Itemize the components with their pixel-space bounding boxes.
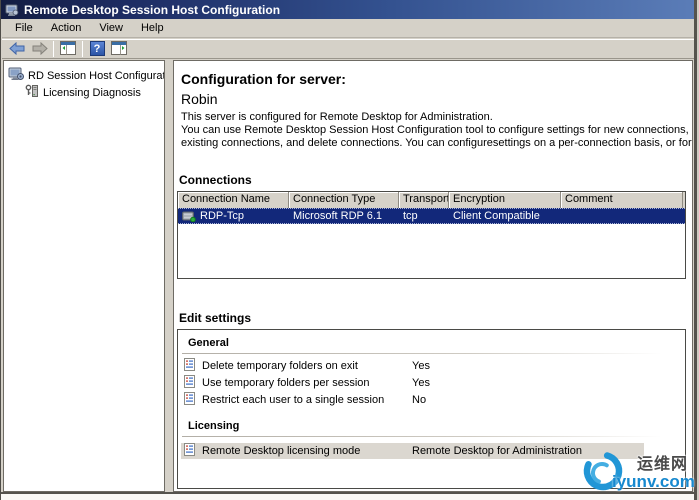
sidebar-item-label: Licensing Diagnosis bbox=[43, 87, 141, 99]
menu-action[interactable]: Action bbox=[42, 20, 91, 36]
setting-label: Restrict each user to a single session bbox=[202, 394, 412, 406]
setting-value: Remote Desktop for Administration bbox=[412, 445, 582, 457]
sidebar-item-rdsh-configuration[interactable]: RD Session Host Configuration: bbox=[4, 67, 164, 84]
setting-row-delete-temp-folders[interactable]: Delete temporary folders on exit Yes bbox=[181, 358, 644, 374]
setting-label: Use temporary folders per session bbox=[202, 377, 412, 389]
cell-connection-type: Microsoft RDP 6.1 bbox=[289, 210, 399, 222]
setting-label: Remote Desktop licensing mode bbox=[202, 445, 412, 457]
page-title: Configuration for server: bbox=[181, 71, 346, 87]
setting-icon bbox=[184, 375, 195, 391]
details-pane: Configuration for server: Robin This ser… bbox=[173, 60, 693, 492]
setting-label: Delete temporary folders on exit bbox=[202, 360, 412, 372]
connections-table-header: Connection Name Connection Type Transpor… bbox=[178, 192, 685, 208]
forward-icon[interactable] bbox=[28, 40, 50, 58]
setting-value: Yes bbox=[412, 377, 430, 389]
column-header-comment[interactable]: Comment bbox=[561, 192, 683, 208]
setting-row-restrict-single-session[interactable]: Restrict each user to a single session N… bbox=[181, 392, 644, 408]
menu-file[interactable]: File bbox=[6, 20, 42, 36]
watermark: 运维网 iyunv.com bbox=[579, 444, 699, 498]
setting-icon bbox=[184, 358, 195, 374]
cell-connection-name: RDP-Tcp bbox=[178, 210, 289, 222]
help-glyph: ? bbox=[90, 41, 105, 56]
toolbar-separator bbox=[53, 41, 54, 57]
window-right-border bbox=[694, 0, 699, 500]
connections-table: Connection Name Connection Type Transpor… bbox=[177, 191, 686, 279]
group-label-general: General bbox=[188, 337, 229, 349]
setting-row-licensing-mode[interactable]: Remote Desktop licensing mode Remote Des… bbox=[181, 443, 644, 459]
connections-heading: Connections bbox=[179, 173, 252, 187]
menu-help[interactable]: Help bbox=[132, 20, 173, 36]
sidebar-item-licensing-diagnosis[interactable]: Licensing Diagnosis bbox=[4, 84, 164, 101]
description-line: You can use Remote Desktop Session Host … bbox=[181, 124, 693, 137]
server-name: Robin bbox=[181, 91, 218, 107]
rdsh-configuration-window: { "window": { "title": "Remote Desktop S… bbox=[0, 0, 699, 500]
server-description: This server is configured for Remote Des… bbox=[181, 111, 693, 150]
setting-row-use-temp-folders[interactable]: Use temporary folders per session Yes bbox=[181, 375, 644, 391]
edit-settings-heading: Edit settings bbox=[179, 311, 251, 325]
column-header-encryption[interactable]: Encryption bbox=[449, 192, 561, 208]
column-header-connection-name[interactable]: Connection Name bbox=[178, 192, 289, 208]
title-bar: Remote Desktop Session Host Configuratio… bbox=[1, 0, 697, 19]
app-icon bbox=[5, 3, 19, 17]
setting-value: Yes bbox=[412, 360, 430, 372]
console-tree-pane: RD Session Host Configuration: Licensing… bbox=[3, 60, 165, 492]
toolbar-separator bbox=[82, 41, 83, 57]
description-line: existing connections, and delete connect… bbox=[181, 137, 693, 150]
cell-transport: tcp bbox=[399, 210, 449, 222]
licensing-diagnosis-icon bbox=[25, 84, 39, 101]
group-divider bbox=[182, 353, 662, 354]
show-console-tree-icon[interactable] bbox=[57, 40, 79, 58]
watermark-site-name: 运维网 bbox=[637, 450, 688, 474]
group-label-licensing: Licensing bbox=[188, 420, 239, 432]
tool-bar: ? bbox=[2, 39, 694, 59]
cell-encryption: Client Compatible bbox=[449, 210, 561, 222]
watermark-site-url: iyunv.com bbox=[612, 472, 695, 492]
window-title: Remote Desktop Session Host Configuratio… bbox=[24, 3, 280, 17]
column-header-transport[interactable]: Transport bbox=[399, 192, 449, 208]
group-divider bbox=[182, 436, 662, 437]
table-row-rdp-tcp[interactable]: RDP-Tcp Microsoft RDP 6.1 tcp Client Com… bbox=[178, 208, 685, 224]
menu-bar: File Action View Help bbox=[2, 19, 694, 38]
rdsh-node-icon bbox=[8, 67, 24, 84]
description-line: This server is configured for Remote Des… bbox=[181, 111, 693, 124]
connection-icon bbox=[182, 211, 196, 222]
setting-icon bbox=[184, 443, 195, 459]
setting-icon bbox=[184, 392, 195, 408]
sidebar-item-label: RD Session Host Configuration: bbox=[28, 70, 165, 82]
setting-value: No bbox=[412, 394, 426, 406]
help-icon[interactable]: ? bbox=[86, 40, 108, 58]
menu-view[interactable]: View bbox=[90, 20, 132, 36]
show-action-pane-icon[interactable] bbox=[108, 40, 130, 58]
column-header-connection-type[interactable]: Connection Type bbox=[289, 192, 399, 208]
back-icon[interactable] bbox=[6, 40, 28, 58]
